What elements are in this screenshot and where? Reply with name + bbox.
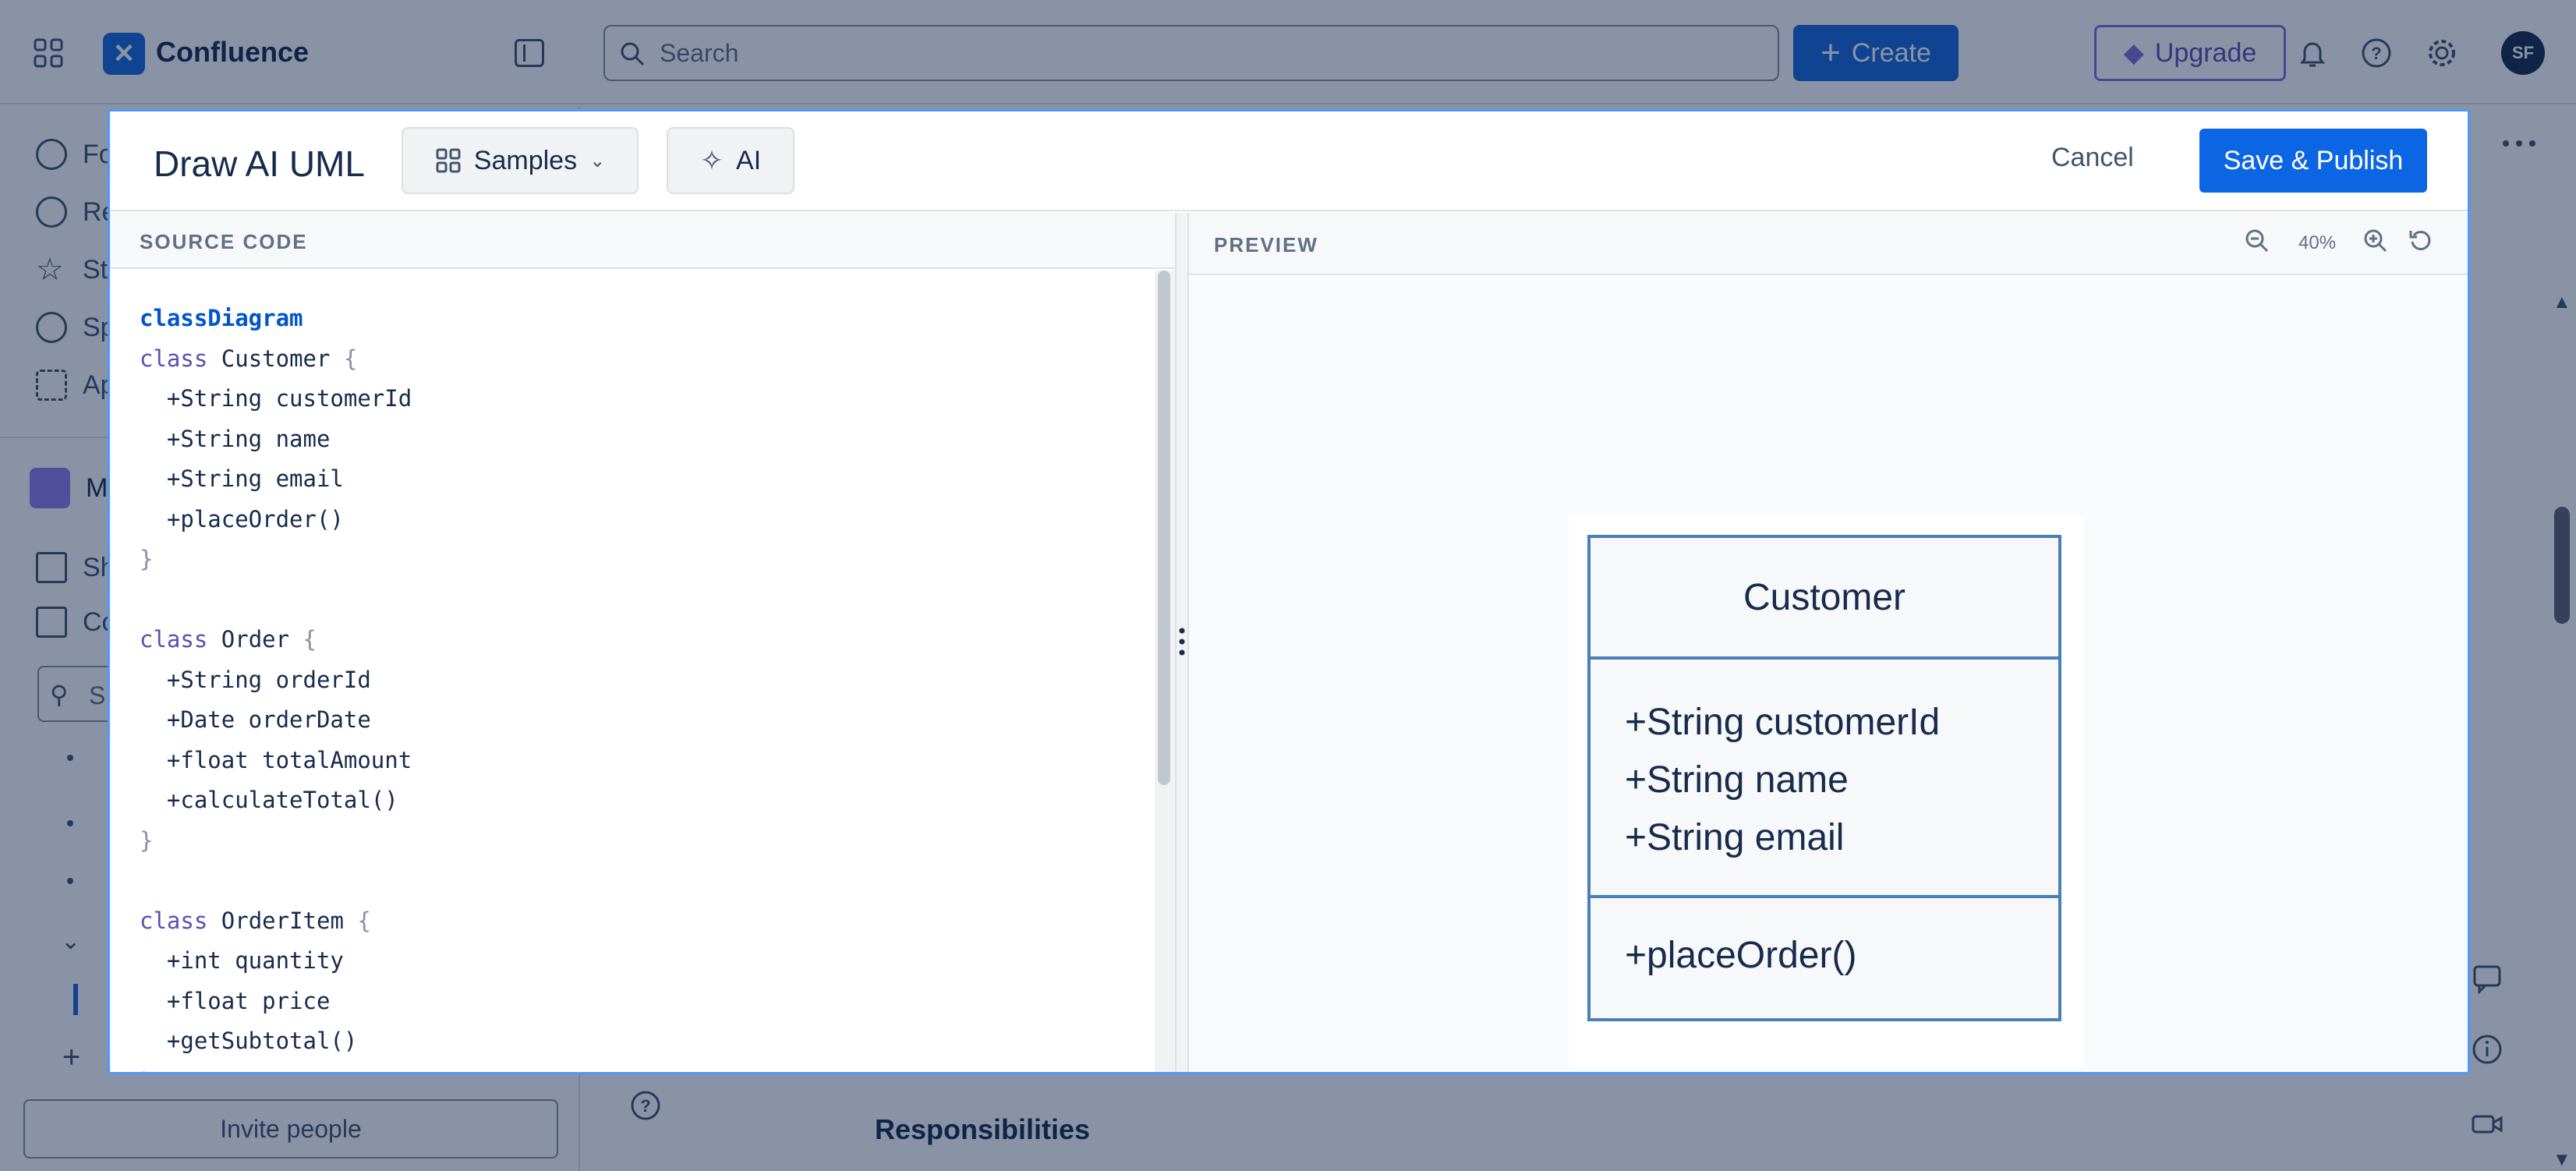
samples-dropdown-button[interactable]: Samples ⌄ <box>402 127 639 194</box>
zoom-level: 40% <box>2298 232 2337 253</box>
code-line: +placeOrder() <box>140 505 344 532</box>
code-line: +String name <box>140 425 331 452</box>
source-code-label: SOURCE CODE <box>140 230 308 253</box>
modal-header: Draw AI UML Samples ⌄ ✧ AI Cancel Save &… <box>110 111 2468 211</box>
code-line: classDiagram <box>140 305 303 331</box>
code-line: +float price <box>140 987 331 1014</box>
uml-attribute: +String customerId <box>1625 702 1941 743</box>
uml-method: +placeOrder() <box>1625 935 1857 976</box>
reset-zoom-icon[interactable] <box>2408 228 2434 254</box>
code-line: +String orderId <box>140 666 371 693</box>
code-editor[interactable]: classDiagram class Customer { +String cus… <box>140 299 412 1073</box>
chevron-down-icon: ⌄ <box>589 150 606 172</box>
code-line: +Date orderDate <box>140 706 371 733</box>
uml-class-name: Customer <box>1591 538 2058 660</box>
code-scrollbar-thumb[interactable] <box>1158 271 1170 785</box>
uml-class-box[interactable]: Customer +String customerId +String name… <box>1587 535 2061 1021</box>
grid-icon <box>436 148 461 173</box>
uml-attribute: +String email <box>1625 817 1845 858</box>
uml-attributes: +String customerId +String name +String … <box>1591 660 2058 898</box>
drag-handle-icon[interactable] <box>1178 626 1186 657</box>
code-line: +calculateTotal() <box>140 787 398 813</box>
modal-title: Draw AI UML <box>154 143 365 184</box>
code-line: class OrderItem { <box>140 907 371 934</box>
samples-label: Samples <box>473 145 578 175</box>
code-line: } <box>140 546 154 572</box>
zoom-in-icon[interactable] <box>2362 228 2389 254</box>
ai-button[interactable]: ✧ AI <box>667 127 794 194</box>
code-line: +getSubtotal() <box>140 1028 358 1054</box>
zoom-out-icon[interactable] <box>2244 228 2270 254</box>
save-publish-button[interactable]: Save & Publish <box>2199 129 2427 193</box>
code-line: } <box>140 826 154 854</box>
cancel-button[interactable]: Cancel <box>2051 143 2134 173</box>
sparkle-icon: ✧ <box>699 144 724 176</box>
uml-attribute: +String name <box>1625 759 1849 801</box>
code-line: +int quantity <box>140 947 344 974</box>
ai-label: AI <box>736 145 762 175</box>
preview-header <box>1189 213 2468 275</box>
source-code-header: SOURCE CODE <box>110 213 1175 269</box>
code-line: +String email <box>140 465 344 492</box>
code-line: class Order { <box>140 626 317 653</box>
uml-editor-modal: Draw AI UML Samples ⌄ ✧ AI Cancel Save &… <box>108 109 2470 1074</box>
code-line: +float totalAmount <box>140 746 412 773</box>
preview-label: PREVIEW <box>1214 233 1318 256</box>
code-line: } <box>140 1062 412 1073</box>
uml-methods: +placeOrder() <box>1591 898 2058 1018</box>
code-line: class Customer { <box>140 345 358 372</box>
code-line: +String customerId <box>140 385 412 412</box>
